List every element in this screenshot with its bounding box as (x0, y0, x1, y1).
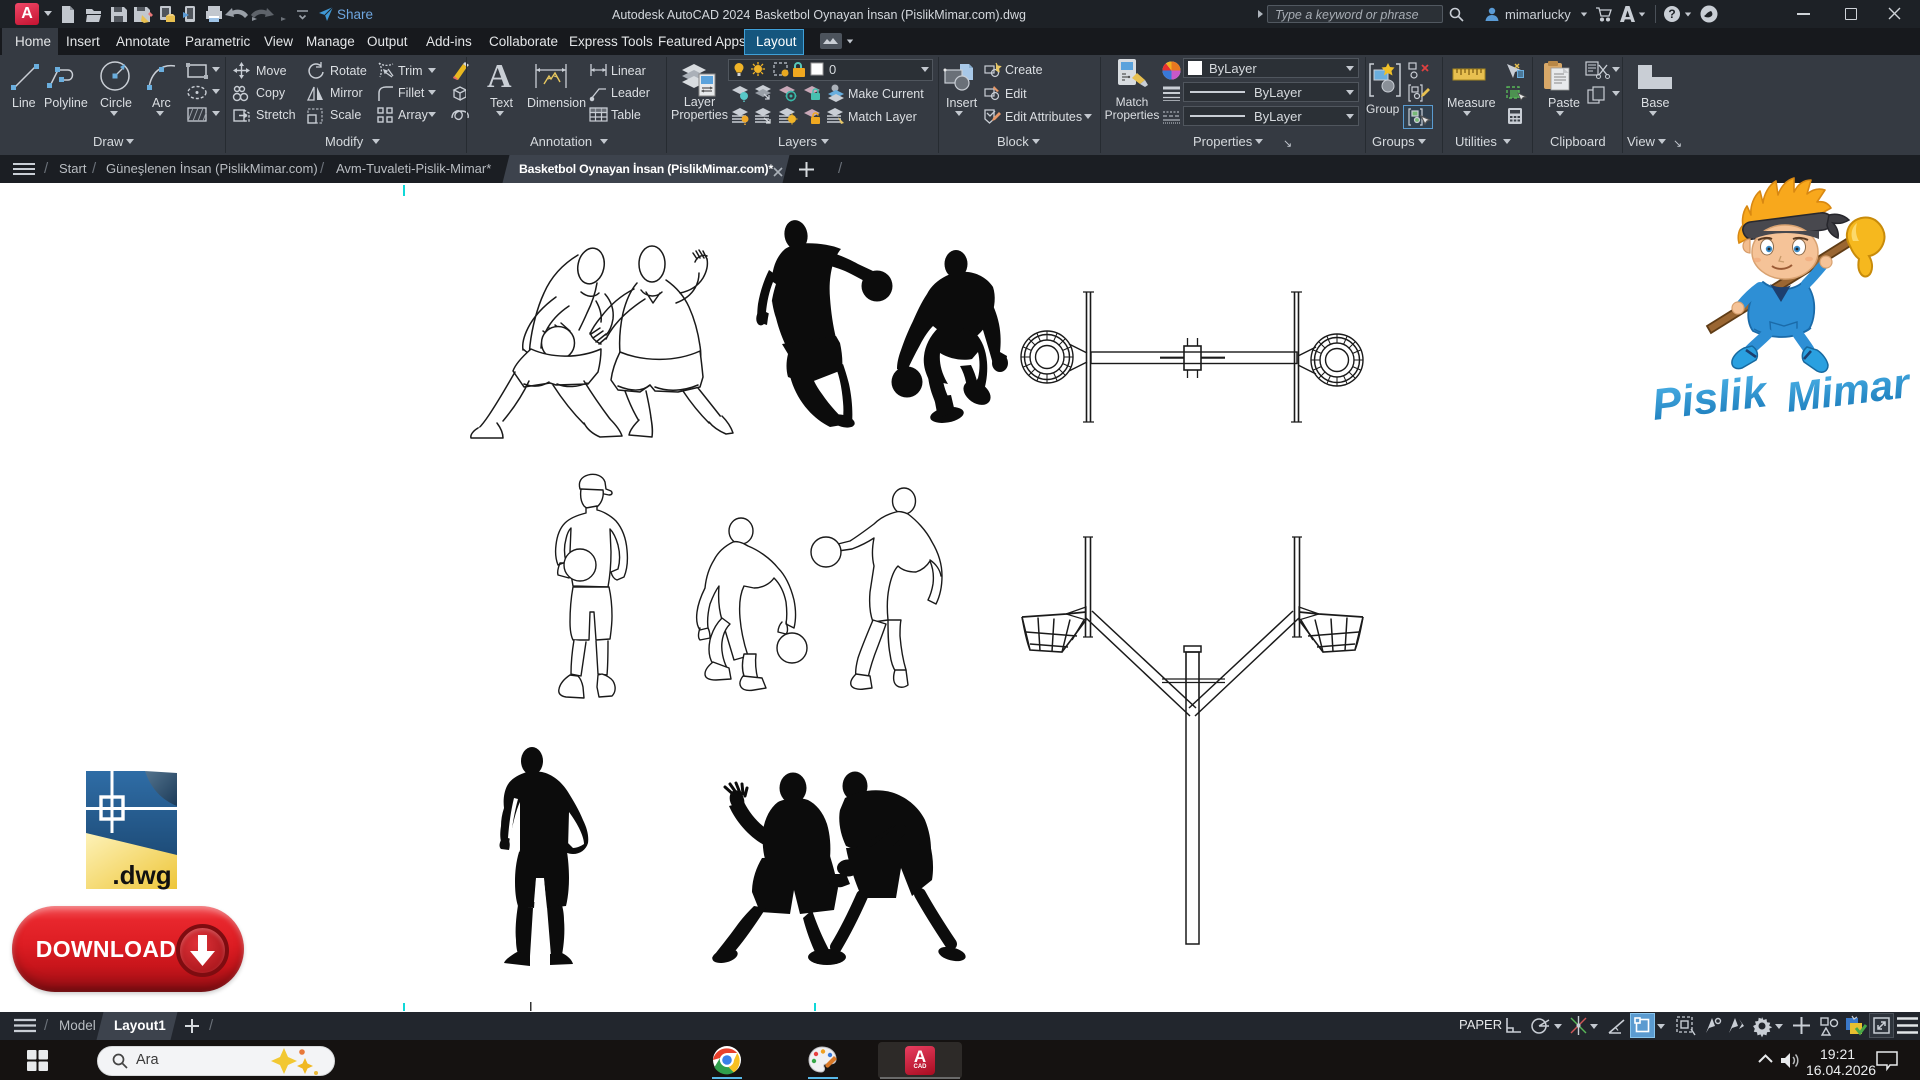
svg-text:?: ? (1668, 7, 1675, 21)
svg-text:.dwg: .dwg (112, 860, 171, 890)
svg-text:Mimar: Mimar (1783, 359, 1914, 421)
svg-text:Pislik: Pislik (1649, 367, 1772, 430)
